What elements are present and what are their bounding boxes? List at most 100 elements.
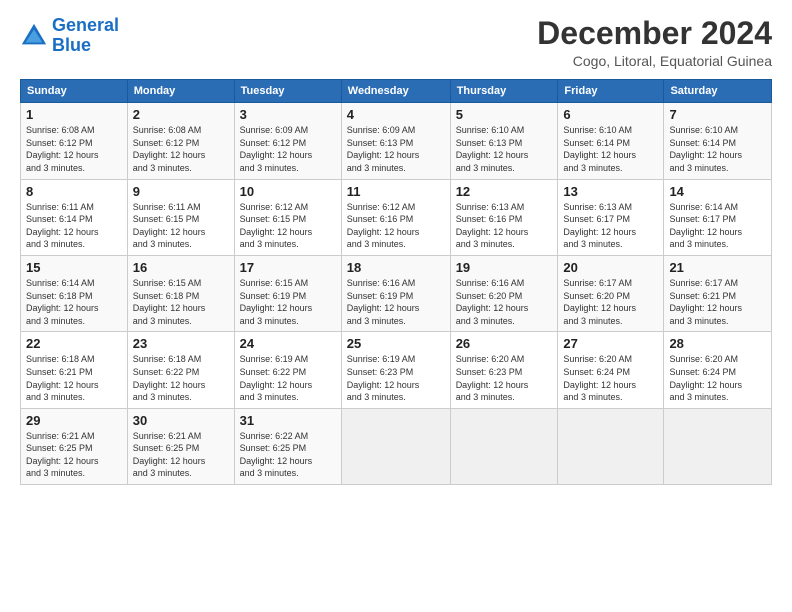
calendar-cell: 17 Sunrise: 6:15 AMSunset: 6:19 PMDaylig…	[234, 255, 341, 331]
day-number: 19	[456, 260, 553, 275]
day-number: 16	[133, 260, 229, 275]
logo-text: General Blue	[52, 16, 119, 56]
day-number: 6	[563, 107, 658, 122]
calendar-cell: 31 Sunrise: 6:22 AMSunset: 6:25 PMDaylig…	[234, 408, 341, 484]
day-info: Sunrise: 6:09 AMSunset: 6:12 PMDaylight:…	[240, 125, 313, 173]
day-info: Sunrise: 6:19 AMSunset: 6:23 PMDaylight:…	[347, 354, 420, 402]
day-number: 27	[563, 336, 658, 351]
day-number: 26	[456, 336, 553, 351]
day-info: Sunrise: 6:18 AMSunset: 6:21 PMDaylight:…	[26, 354, 99, 402]
calendar-cell: 13 Sunrise: 6:13 AMSunset: 6:17 PMDaylig…	[558, 179, 664, 255]
calendar-cell: 24 Sunrise: 6:19 AMSunset: 6:22 PMDaylig…	[234, 332, 341, 408]
day-number: 24	[240, 336, 336, 351]
day-number: 20	[563, 260, 658, 275]
day-info: Sunrise: 6:20 AMSunset: 6:24 PMDaylight:…	[669, 354, 742, 402]
day-info: Sunrise: 6:18 AMSunset: 6:22 PMDaylight:…	[133, 354, 206, 402]
day-info: Sunrise: 6:12 AMSunset: 6:15 PMDaylight:…	[240, 202, 313, 250]
calendar-cell: 3 Sunrise: 6:09 AMSunset: 6:12 PMDayligh…	[234, 103, 341, 179]
day-info: Sunrise: 6:15 AMSunset: 6:18 PMDaylight:…	[133, 278, 206, 326]
calendar-cell: 27 Sunrise: 6:20 AMSunset: 6:24 PMDaylig…	[558, 332, 664, 408]
day-info: Sunrise: 6:16 AMSunset: 6:19 PMDaylight:…	[347, 278, 420, 326]
page: General Blue December 2024 Cogo, Litoral…	[0, 0, 792, 612]
day-info: Sunrise: 6:12 AMSunset: 6:16 PMDaylight:…	[347, 202, 420, 250]
calendar-cell: 21 Sunrise: 6:17 AMSunset: 6:21 PMDaylig…	[664, 255, 772, 331]
sub-title: Cogo, Litoral, Equatorial Guinea	[537, 53, 772, 69]
col-thursday: Thursday	[450, 80, 558, 103]
calendar-cell: 12 Sunrise: 6:13 AMSunset: 6:16 PMDaylig…	[450, 179, 558, 255]
calendar-table: Sunday Monday Tuesday Wednesday Thursday…	[20, 79, 772, 485]
calendar-cell: 2 Sunrise: 6:08 AMSunset: 6:12 PMDayligh…	[127, 103, 234, 179]
day-number: 3	[240, 107, 336, 122]
day-info: Sunrise: 6:21 AMSunset: 6:25 PMDaylight:…	[26, 431, 99, 479]
calendar-cell: 4 Sunrise: 6:09 AMSunset: 6:13 PMDayligh…	[341, 103, 450, 179]
calendar-cell: 14 Sunrise: 6:14 AMSunset: 6:17 PMDaylig…	[664, 179, 772, 255]
day-info: Sunrise: 6:10 AMSunset: 6:14 PMDaylight:…	[669, 125, 742, 173]
week-row-2: 8 Sunrise: 6:11 AMSunset: 6:14 PMDayligh…	[21, 179, 772, 255]
day-info: Sunrise: 6:20 AMSunset: 6:24 PMDaylight:…	[563, 354, 636, 402]
logo-icon	[20, 22, 48, 50]
day-number: 29	[26, 413, 122, 428]
day-number: 11	[347, 184, 445, 199]
calendar-cell: 9 Sunrise: 6:11 AMSunset: 6:15 PMDayligh…	[127, 179, 234, 255]
day-info: Sunrise: 6:14 AMSunset: 6:17 PMDaylight:…	[669, 202, 742, 250]
day-info: Sunrise: 6:21 AMSunset: 6:25 PMDaylight:…	[133, 431, 206, 479]
week-row-1: 1 Sunrise: 6:08 AMSunset: 6:12 PMDayligh…	[21, 103, 772, 179]
logo: General Blue	[20, 16, 119, 56]
day-number: 28	[669, 336, 766, 351]
day-number: 4	[347, 107, 445, 122]
day-info: Sunrise: 6:13 AMSunset: 6:17 PMDaylight:…	[563, 202, 636, 250]
calendar-cell: 22 Sunrise: 6:18 AMSunset: 6:21 PMDaylig…	[21, 332, 128, 408]
day-info: Sunrise: 6:13 AMSunset: 6:16 PMDaylight:…	[456, 202, 529, 250]
week-row-5: 29 Sunrise: 6:21 AMSunset: 6:25 PMDaylig…	[21, 408, 772, 484]
day-number: 22	[26, 336, 122, 351]
calendar-cell	[664, 408, 772, 484]
col-sunday: Sunday	[21, 80, 128, 103]
day-number: 13	[563, 184, 658, 199]
day-info: Sunrise: 6:16 AMSunset: 6:20 PMDaylight:…	[456, 278, 529, 326]
day-info: Sunrise: 6:15 AMSunset: 6:19 PMDaylight:…	[240, 278, 313, 326]
col-saturday: Saturday	[664, 80, 772, 103]
calendar-cell: 16 Sunrise: 6:15 AMSunset: 6:18 PMDaylig…	[127, 255, 234, 331]
calendar-cell: 20 Sunrise: 6:17 AMSunset: 6:20 PMDaylig…	[558, 255, 664, 331]
calendar-cell: 25 Sunrise: 6:19 AMSunset: 6:23 PMDaylig…	[341, 332, 450, 408]
day-number: 12	[456, 184, 553, 199]
calendar-cell: 28 Sunrise: 6:20 AMSunset: 6:24 PMDaylig…	[664, 332, 772, 408]
day-info: Sunrise: 6:08 AMSunset: 6:12 PMDaylight:…	[133, 125, 206, 173]
col-monday: Monday	[127, 80, 234, 103]
calendar-cell: 18 Sunrise: 6:16 AMSunset: 6:19 PMDaylig…	[341, 255, 450, 331]
day-number: 8	[26, 184, 122, 199]
title-area: December 2024 Cogo, Litoral, Equatorial …	[537, 16, 772, 69]
calendar-cell: 7 Sunrise: 6:10 AMSunset: 6:14 PMDayligh…	[664, 103, 772, 179]
calendar-cell: 23 Sunrise: 6:18 AMSunset: 6:22 PMDaylig…	[127, 332, 234, 408]
day-number: 21	[669, 260, 766, 275]
calendar-cell: 1 Sunrise: 6:08 AMSunset: 6:12 PMDayligh…	[21, 103, 128, 179]
day-number: 30	[133, 413, 229, 428]
day-number: 23	[133, 336, 229, 351]
logo-line2: Blue	[52, 35, 91, 55]
week-row-4: 22 Sunrise: 6:18 AMSunset: 6:21 PMDaylig…	[21, 332, 772, 408]
day-info: Sunrise: 6:17 AMSunset: 6:21 PMDaylight:…	[669, 278, 742, 326]
calendar-cell	[450, 408, 558, 484]
day-info: Sunrise: 6:10 AMSunset: 6:14 PMDaylight:…	[563, 125, 636, 173]
day-info: Sunrise: 6:20 AMSunset: 6:23 PMDaylight:…	[456, 354, 529, 402]
day-number: 25	[347, 336, 445, 351]
col-friday: Friday	[558, 80, 664, 103]
calendar-cell	[341, 408, 450, 484]
day-number: 5	[456, 107, 553, 122]
calendar-cell: 30 Sunrise: 6:21 AMSunset: 6:25 PMDaylig…	[127, 408, 234, 484]
calendar-cell: 5 Sunrise: 6:10 AMSunset: 6:13 PMDayligh…	[450, 103, 558, 179]
calendar-cell: 19 Sunrise: 6:16 AMSunset: 6:20 PMDaylig…	[450, 255, 558, 331]
day-number: 9	[133, 184, 229, 199]
calendar-cell: 15 Sunrise: 6:14 AMSunset: 6:18 PMDaylig…	[21, 255, 128, 331]
col-tuesday: Tuesday	[234, 80, 341, 103]
day-info: Sunrise: 6:17 AMSunset: 6:20 PMDaylight:…	[563, 278, 636, 326]
day-info: Sunrise: 6:09 AMSunset: 6:13 PMDaylight:…	[347, 125, 420, 173]
day-info: Sunrise: 6:11 AMSunset: 6:15 PMDaylight:…	[133, 202, 206, 250]
day-info: Sunrise: 6:08 AMSunset: 6:12 PMDaylight:…	[26, 125, 99, 173]
day-number: 18	[347, 260, 445, 275]
calendar-cell: 29 Sunrise: 6:21 AMSunset: 6:25 PMDaylig…	[21, 408, 128, 484]
header: General Blue December 2024 Cogo, Litoral…	[20, 16, 772, 69]
day-number: 2	[133, 107, 229, 122]
day-number: 15	[26, 260, 122, 275]
day-number: 7	[669, 107, 766, 122]
